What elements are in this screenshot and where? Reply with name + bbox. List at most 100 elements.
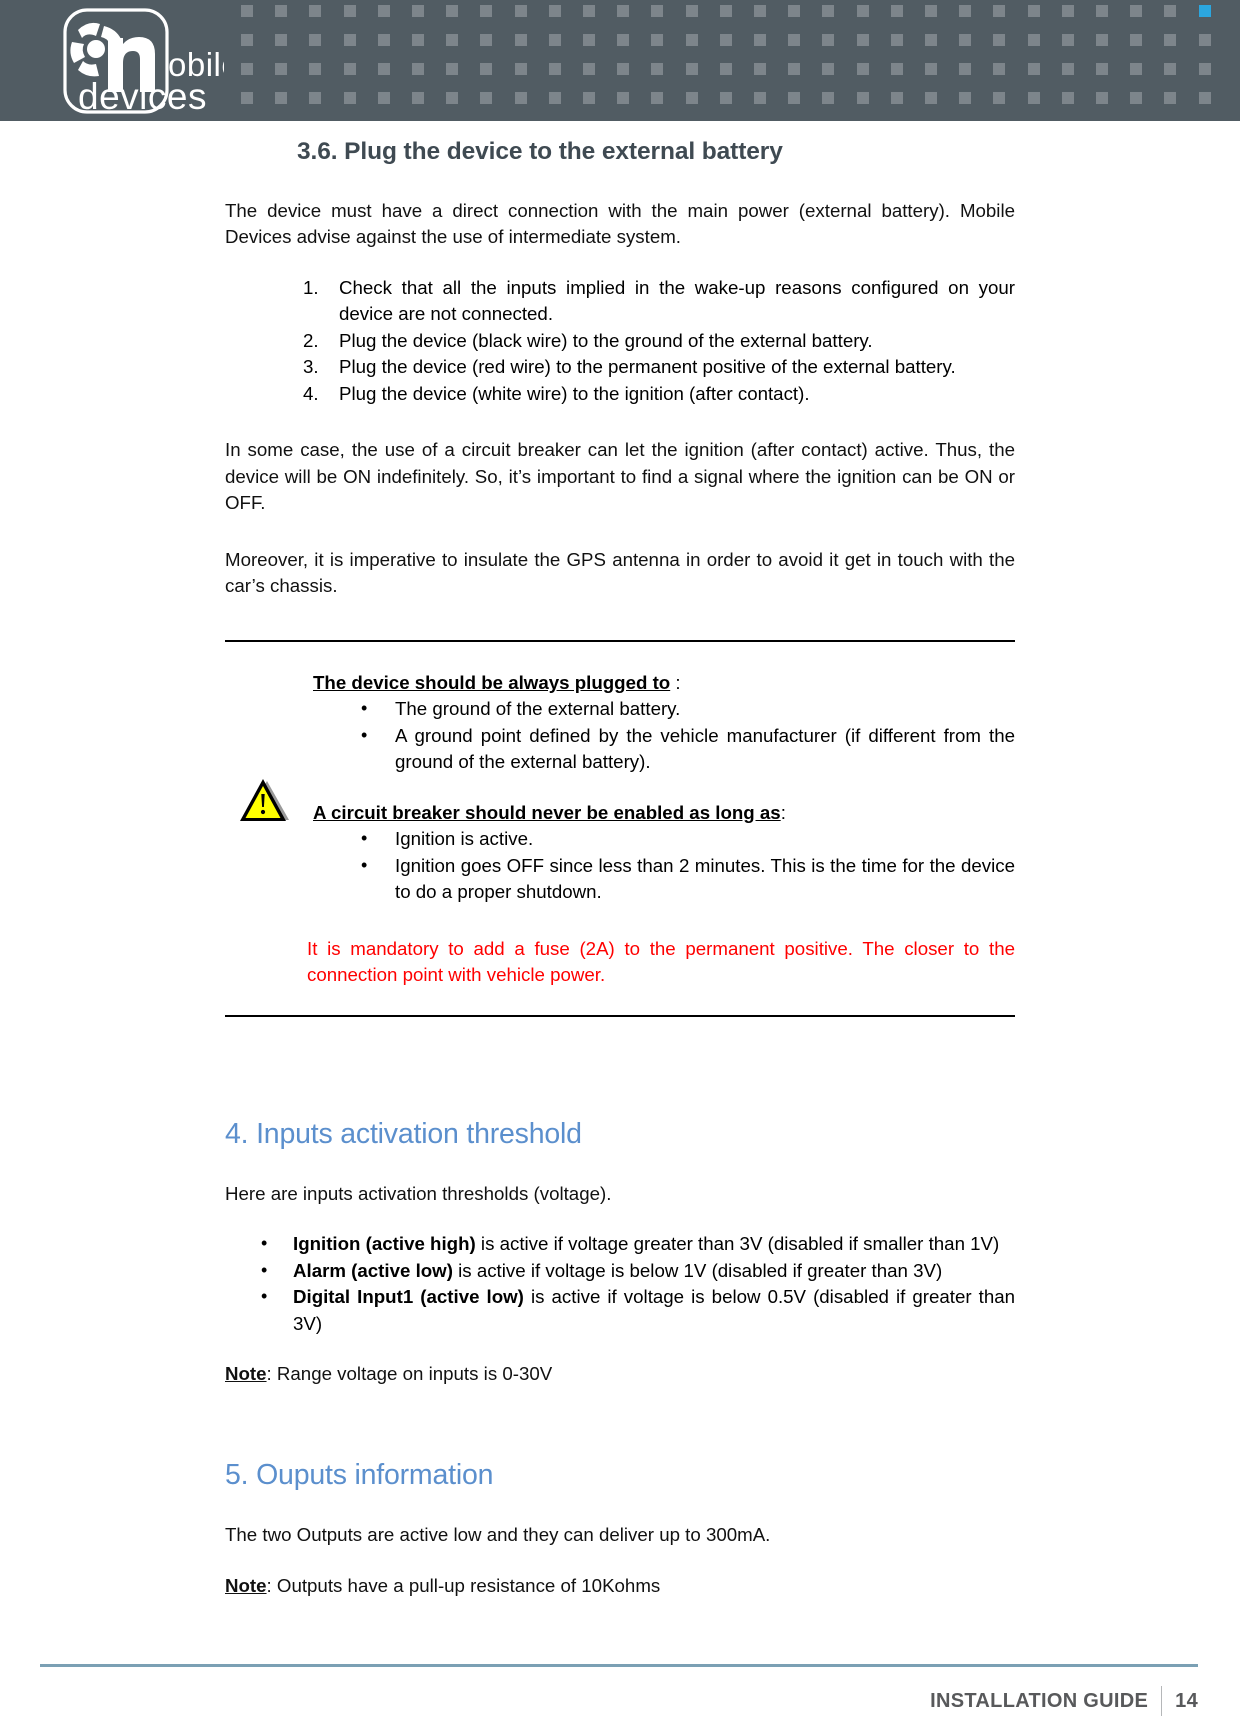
header-grid-dot [241, 63, 253, 75]
header-grid-dot [412, 34, 424, 46]
header-grid-dot [515, 34, 527, 46]
list-item: Alarm (active low) is active if voltage … [255, 1257, 1015, 1285]
header-grid-dot [583, 5, 595, 17]
gps-antenna-paragraph: Moreover, it is imperative to insulate t… [225, 548, 1015, 597]
section-4-intro: Here are inputs activation thresholds (v… [225, 1182, 612, 1204]
header-grid-dot [378, 92, 390, 104]
list-item-label: Ignition (active high) [293, 1233, 476, 1255]
header-grid-dot [1164, 92, 1176, 104]
header-grid-dot [1199, 92, 1211, 104]
header-grid-dot [378, 63, 390, 75]
header-grid-dot [1062, 63, 1074, 75]
header-grid-dot [1130, 63, 1142, 75]
header-grid-dot [857, 92, 869, 104]
header-grid-dot [583, 63, 595, 75]
header-grid-dot [754, 63, 766, 75]
header-grid-dot [412, 5, 424, 17]
header-grid-dot [686, 63, 698, 75]
header-grid-dot [617, 34, 629, 46]
header-grid-dot [1130, 34, 1142, 46]
footer-separator [1161, 1686, 1163, 1716]
header-grid-dot [822, 5, 834, 17]
header-grid-dot [857, 63, 869, 75]
header-grid-dot [788, 5, 800, 17]
header-grid-dot [686, 5, 698, 17]
header-grid-dot [720, 63, 732, 75]
header-grid-dot [925, 5, 937, 17]
header-grid-dot [446, 34, 458, 46]
header-grid-dot [1028, 92, 1040, 104]
header-grid-dot [241, 92, 253, 104]
plugged-to-lead-bold: The device should be always plugged to [313, 671, 671, 693]
header-grid-dot [993, 92, 1005, 104]
warning-triangle-icon [237, 776, 291, 824]
header-grid-dot [480, 63, 492, 75]
header-grid-dot [378, 5, 390, 17]
list-item: Plug the device (white wire) to the igni… [303, 381, 810, 407]
header-grid-dot [1130, 5, 1142, 17]
plugged-to-lead: The device should be always plugged to : [313, 670, 1015, 697]
header-grid-dot [993, 63, 1005, 75]
header-grid-dot [515, 92, 527, 104]
plugged-to-lead-tail: : [670, 671, 681, 693]
header-grid-dot [651, 34, 663, 46]
header-grid-dot [480, 92, 492, 104]
footer-caption: INSTALLATION GUIDE 14 [930, 1686, 1198, 1716]
section-5-note: Note: Outputs have a pull-up resistance … [225, 1573, 1015, 1600]
header-grid-dot [822, 63, 834, 75]
list-item: Digital Input1 (active low) is active if… [255, 1283, 1015, 1337]
list-item-label: Digital Input1 (active low) [293, 1286, 524, 1308]
header-grid-dot [1199, 5, 1211, 17]
mobile-devices-logo: obile devices [34, 4, 224, 118]
header-grid-dot [788, 34, 800, 46]
circuit-breaker-lead-bold: A circuit breaker should never be enable… [313, 801, 781, 823]
header-grid-dot [275, 92, 287, 104]
header-grid-dot [344, 5, 356, 17]
header-grid-dot [891, 63, 903, 75]
header-grid-dot [651, 92, 663, 104]
header-grid-dot [344, 34, 356, 46]
header-grid-dot [275, 5, 287, 17]
header-grid-dot [1130, 92, 1142, 104]
list-item: Plug the device (red wire) to the perman… [303, 354, 956, 380]
list-item: Check that all the inputs implied in the… [303, 275, 1015, 325]
header-grid-dot [1096, 5, 1108, 17]
header-grid-dot [515, 63, 527, 75]
header-grid-dot [1096, 63, 1108, 75]
text-column: 3.6. Plug the device to the external bat… [225, 121, 1015, 1599]
note-text: : Range voltage on inputs is 0-30V [266, 1363, 553, 1385]
page-header-banner: obile devices [0, 0, 1240, 121]
header-grid-dot [480, 34, 492, 46]
header-grid-dot [1199, 63, 1211, 75]
header-grid-dot [822, 34, 834, 46]
circuit-breaker-lead: A circuit breaker should never be enable… [313, 800, 1015, 827]
header-grid-dot [1028, 63, 1040, 75]
input-threshold-list: Ignition (active high) is active if volt… [225, 1230, 1015, 1337]
list-item-text: is active if voltage is below 1V (disabl… [452, 1259, 943, 1281]
header-grid-dot [959, 92, 971, 104]
note-text: : Outputs have a pull-up resistance of 1… [266, 1574, 661, 1596]
header-grid-dot [720, 5, 732, 17]
list-item: Ignition goes OFF since less than 2 minu… [355, 852, 1015, 906]
header-grid-dot [583, 92, 595, 104]
note-label: Note [225, 1574, 267, 1596]
header-grid-dot [857, 34, 869, 46]
header-grid-dot [617, 5, 629, 17]
section-4-note: Note: Range voltage on inputs is 0-30V [225, 1361, 1015, 1388]
list-item: A ground point defined by the vehicle ma… [355, 722, 1015, 776]
header-grid-dot [1164, 34, 1176, 46]
circuit-breaker-list: Ignition is active. Ignition goes OFF si… [313, 825, 1015, 906]
header-grid-dot [686, 34, 698, 46]
plug-steps-list: Check that all the inputs implied in the… [225, 275, 1015, 408]
list-item: Ignition (active high) is active if volt… [255, 1230, 1015, 1258]
header-grid-dot [925, 34, 937, 46]
header-grid-dot [651, 63, 663, 75]
header-grid-dot [651, 5, 663, 17]
header-grid-dot [1164, 63, 1176, 75]
header-grid-dot [891, 34, 903, 46]
header-grid-dot [720, 34, 732, 46]
section-4-heading: 4. Inputs activation threshold [225, 1117, 582, 1150]
svg-text:devices: devices [78, 76, 207, 117]
header-grid-dot [549, 34, 561, 46]
header-grid-dot [754, 92, 766, 104]
